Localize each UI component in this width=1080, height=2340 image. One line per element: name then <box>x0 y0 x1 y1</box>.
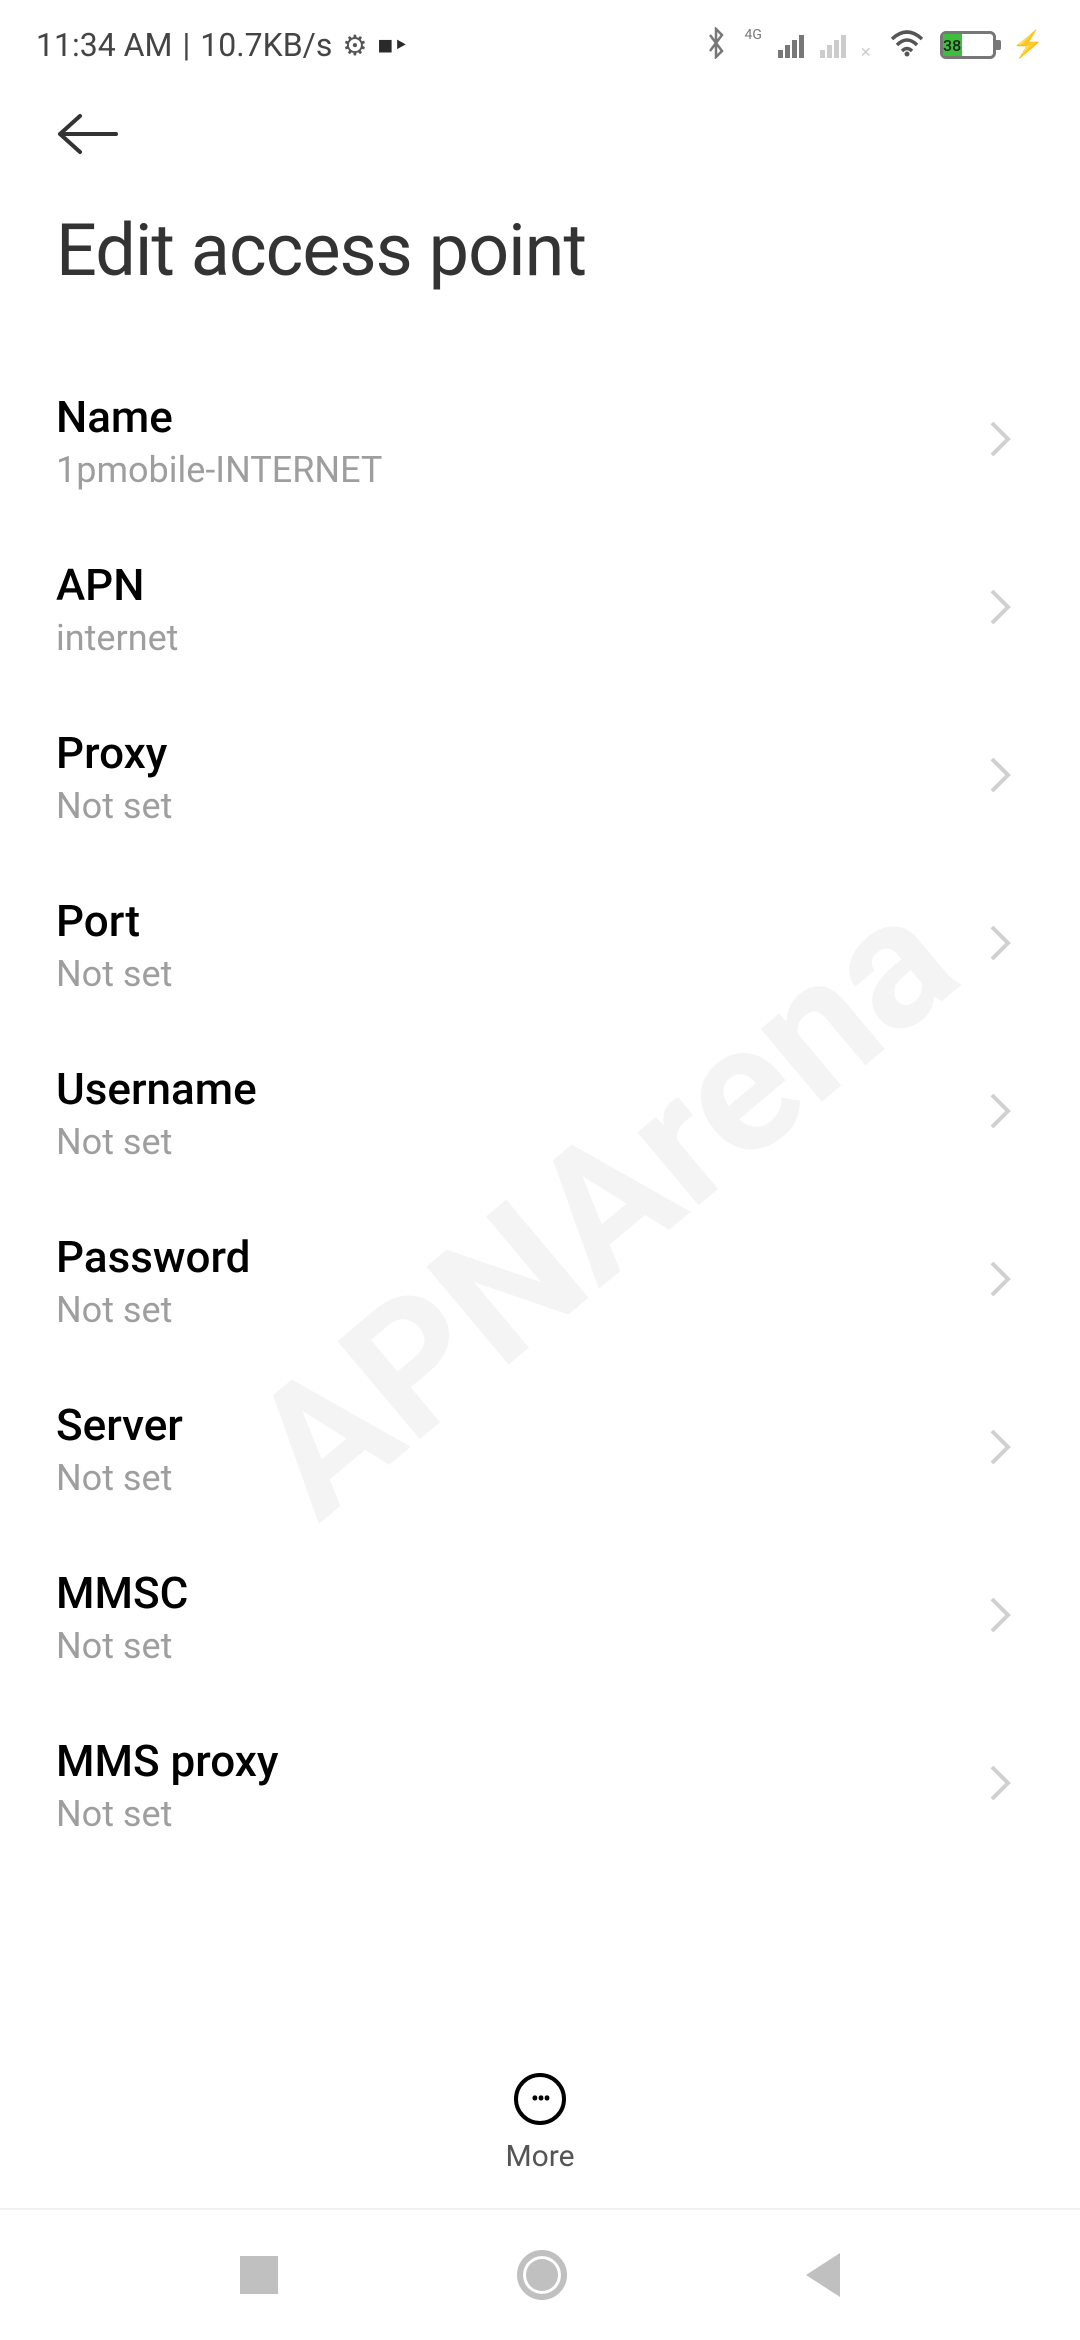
more-button[interactable]: ••• More <box>0 2063 1080 2174</box>
gear-icon: ⚙ <box>342 29 367 62</box>
chevron-right-icon <box>988 1595 1024 1639</box>
setting-value: internet <box>56 617 988 659</box>
setting-label: Name <box>56 391 988 443</box>
setting-label: Server <box>56 1399 988 1451</box>
navigation-bar <box>0 2208 1080 2340</box>
setting-value: Not set <box>56 1457 988 1499</box>
setting-mms-proxy[interactable]: MMS proxy Not set <box>56 1701 1024 1869</box>
back-button[interactable] <box>0 72 1080 160</box>
setting-label: APN <box>56 559 988 611</box>
wifi-icon <box>890 29 924 61</box>
status-separator: | <box>182 26 190 64</box>
chevron-right-icon <box>988 1091 1024 1135</box>
status-time: 11:34 AM <box>36 26 172 64</box>
nav-recents-button[interactable] <box>240 2256 278 2294</box>
settings-list: Name 1pmobile-INTERNET APN internet Prox… <box>0 357 1080 1869</box>
setting-apn[interactable]: APN internet <box>56 525 1024 693</box>
setting-server[interactable]: Server Not set <box>56 1365 1024 1533</box>
bluetooth-icon <box>704 27 728 63</box>
chevron-right-icon <box>988 755 1024 799</box>
status-data-rate: 10.7KB/s <box>200 26 332 64</box>
nav-back-button[interactable] <box>806 2253 840 2297</box>
more-label: More <box>505 2139 574 2174</box>
signal-icon-1 <box>778 32 804 58</box>
signal-icon-2 <box>820 32 846 58</box>
chevron-right-icon <box>988 1259 1024 1303</box>
network-type: 4G <box>744 27 761 43</box>
setting-value: 1pmobile-INTERNET <box>56 449 988 491</box>
setting-port[interactable]: Port Not set <box>56 861 1024 1029</box>
setting-label: Port <box>56 895 988 947</box>
setting-label: Proxy <box>56 727 988 779</box>
setting-label: Password <box>56 1231 988 1283</box>
setting-value: Not set <box>56 785 988 827</box>
setting-label: MMS proxy <box>56 1735 988 1787</box>
chevron-right-icon <box>988 587 1024 631</box>
no-signal-icon: ✕ <box>860 45 872 61</box>
chevron-right-icon <box>988 1427 1024 1471</box>
setting-value: Not set <box>56 1625 988 1667</box>
chevron-right-icon <box>988 419 1024 463</box>
more-icon: ••• <box>514 2073 566 2125</box>
setting-value: Not set <box>56 953 988 995</box>
setting-label: Username <box>56 1063 988 1115</box>
setting-proxy[interactable]: Proxy Not set <box>56 693 1024 861</box>
battery-icon: 38 <box>940 31 996 59</box>
setting-name[interactable]: Name 1pmobile-INTERNET <box>56 357 1024 525</box>
setting-mmsc[interactable]: MMSC Not set <box>56 1533 1024 1701</box>
setting-value: Not set <box>56 1121 988 1163</box>
nav-home-button[interactable] <box>517 2250 567 2300</box>
page-title: Edit access point <box>0 160 1080 357</box>
setting-value: Not set <box>56 1793 988 1835</box>
chevron-right-icon <box>988 923 1024 967</box>
chevron-right-icon <box>988 1763 1024 1807</box>
battery-percent: 38 <box>943 34 962 56</box>
status-bar: 11:34 AM | 10.7KB/s ⚙ ■‣ 4G ✕ 38 ⚡ <box>0 0 1080 72</box>
camera-icon: ■‣ <box>377 30 408 61</box>
charging-icon: ⚡ <box>1012 30 1044 60</box>
setting-value: Not set <box>56 1289 988 1331</box>
setting-username[interactable]: Username Not set <box>56 1029 1024 1197</box>
setting-label: MMSC <box>56 1567 988 1619</box>
setting-password[interactable]: Password Not set <box>56 1197 1024 1365</box>
